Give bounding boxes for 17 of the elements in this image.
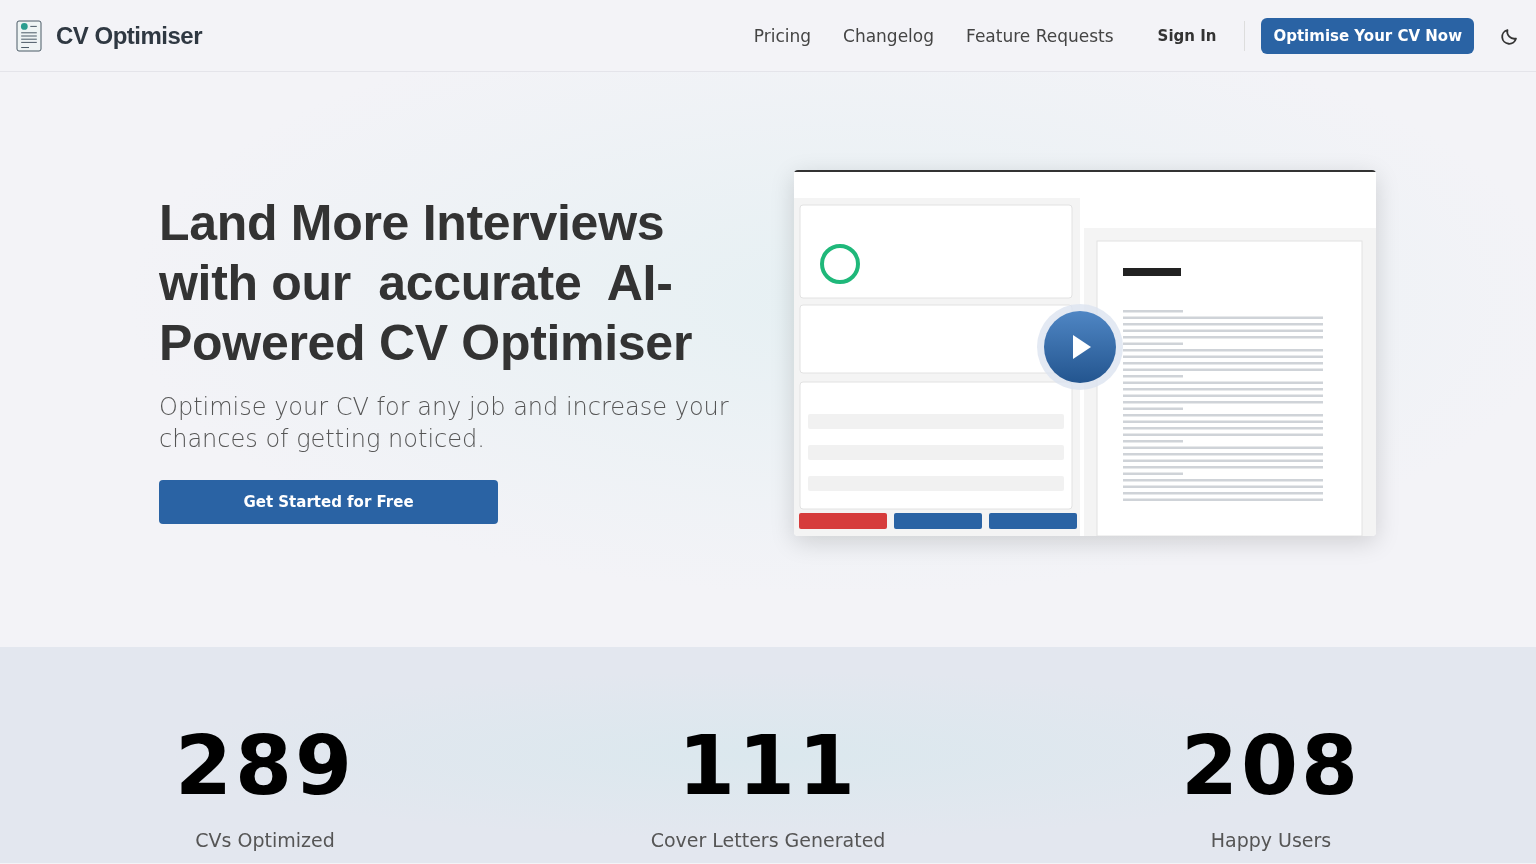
sign-in-link[interactable]: Sign In	[1157, 26, 1217, 45]
optimise-cv-button[interactable]: Optimise Your CV Now	[1261, 17, 1474, 54]
stat-label: Cover Letters Generated	[650, 829, 886, 851]
stat-value: 289	[174, 721, 356, 811]
stat-label: Happy Users	[1210, 829, 1332, 851]
logo-icon	[16, 19, 42, 52]
nav-link[interactable]: Pricing	[753, 25, 812, 46]
brand-name: CV Optimiser	[56, 21, 203, 50]
stat-value: 208	[1180, 721, 1362, 811]
hero-subtitle: Optimise your CV for any job and increase your chances of getting noticed.	[159, 392, 730, 455]
stat-label: CVs Optimized	[195, 829, 335, 851]
nav-link[interactable]: Feature Requests	[966, 25, 1114, 46]
nav-link[interactable]: Changelog	[843, 25, 935, 46]
play-icon	[1044, 311, 1116, 383]
hero-heading: Land More Interviews with our accurate AI- Powered CV Optimiser	[159, 194, 694, 373]
get-started-button[interactable]: Get Started for Free	[159, 480, 498, 524]
stat-value: 111	[677, 721, 859, 811]
